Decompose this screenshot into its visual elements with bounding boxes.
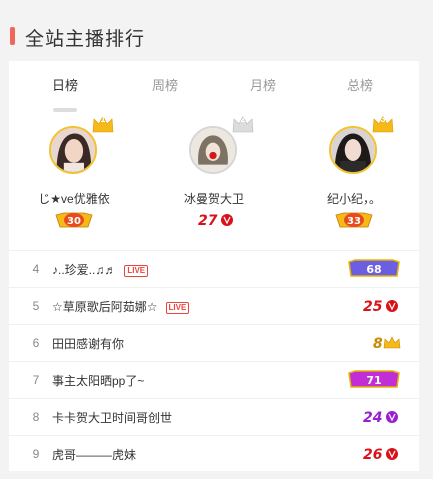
tab-active-indicator (53, 108, 77, 112)
section-title: 全站主播排行 (25, 29, 146, 50)
period-tabs: 日榜 周榜 月榜 总榜 (9, 75, 419, 112)
list-item[interactable]: 4 ♪..珍爱..♫♬ LIVE 68 (9, 250, 419, 287)
anchor-name-text: 卡卡贺大卫时间哥创世 (52, 411, 173, 425)
avatar-wrap: 1 (49, 114, 114, 176)
rank-number: 6 (32, 336, 40, 350)
top-anchor-3[interactable]: 3 纪小纪，。 33 (294, 114, 414, 246)
level-badge-icon: 8 (373, 336, 401, 352)
tab-monthly[interactable]: 月榜 (233, 75, 293, 94)
ranking-panel: 日榜 周榜 月榜 总榜 1 じ★ve优雅依 30 2 冰曼贺大卫 27 3 纪小… (9, 61, 419, 471)
tab-weekly[interactable]: 周榜 (135, 75, 195, 94)
level-badge-icon: 25 (363, 299, 398, 315)
anchor-name[interactable]: 田田感谢有你 (52, 335, 124, 352)
list-item[interactable]: 8 卡卡贺大卫时间哥创世 24 (9, 398, 419, 435)
avatar-image (51, 128, 95, 172)
crown-rank: 1 (100, 114, 106, 124)
level-number: 25 (363, 299, 383, 315)
tab-daily[interactable]: 日榜 (35, 75, 95, 94)
list-item[interactable]: 6 田田感谢有你 8 (9, 324, 419, 361)
avatar-image (191, 128, 235, 172)
avatar-wrap: 3 (329, 114, 394, 176)
anchor-name[interactable]: 卡卡贺大卫时间哥创世 (52, 409, 172, 426)
level-number: 27 (198, 213, 218, 229)
live-badge: LIVE (165, 302, 190, 314)
live-badge: LIVE (124, 265, 149, 277)
anchor-name-text: ♪..珍爱..♫♬ (52, 263, 117, 277)
top-anchor-1[interactable]: 1 じ★ve优雅依 30 (14, 114, 134, 246)
section-header: 全站主播排行 (0, 0, 433, 60)
level-number: 26 (363, 447, 383, 463)
anchor-name-text: 事主太阳晒pp了~ (52, 374, 145, 388)
crown-rank: 3 (380, 114, 386, 124)
level-badge-icon: 26 (363, 447, 398, 463)
level-number: 33 (347, 216, 361, 227)
level-badge-icon: 68 (348, 259, 400, 277)
avatar[interactable] (329, 126, 377, 174)
anchor-name[interactable]: ♪..珍爱..♫♬ LIVE (52, 261, 149, 278)
anchor-name[interactable]: 虎哥———虎妹 (52, 446, 136, 463)
tab-total[interactable]: 总榜 (330, 75, 390, 94)
crown-rank: 2 (240, 114, 246, 124)
list-item[interactable]: 9 虎哥———虎妹 26 (9, 435, 419, 472)
level-number: 24 (363, 410, 382, 426)
avatar-wrap: 2 (189, 114, 254, 176)
anchor-name[interactable]: 冰曼贺大卫 (154, 190, 274, 207)
top-anchor-2[interactable]: 2 冰曼贺大卫 27 (154, 114, 274, 246)
level-badge-icon: 33 (335, 212, 373, 228)
level-number: 68 (366, 263, 381, 276)
anchor-name[interactable]: 事主太阳晒pp了~ (52, 372, 144, 389)
rank-number: 7 (32, 373, 40, 387)
anchor-name-text: ☆草原歌后阿茹娜☆ (52, 300, 158, 314)
avatar[interactable] (189, 126, 237, 174)
avatar-image (331, 128, 375, 172)
list-item[interactable]: 7 事主太阳晒pp了~ 71 (9, 361, 419, 398)
level-badge-icon: 27 (198, 213, 233, 229)
level-badge-icon: 71 (348, 370, 400, 388)
level-number: 71 (366, 374, 381, 387)
list-item[interactable]: 5 ☆草原歌后阿茹娜☆ LIVE 25 (9, 287, 419, 324)
anchor-name[interactable]: じ★ve优雅依 (14, 190, 134, 207)
avatar[interactable] (49, 126, 97, 174)
level-number: 8 (373, 336, 383, 352)
anchor-name[interactable]: ☆草原歌后阿茹娜☆ LIVE (52, 298, 190, 315)
level-badge-icon: 24 (363, 410, 398, 426)
anchor-name[interactable]: 纪小纪，。 (294, 190, 414, 207)
top-three: 1 じ★ve优雅依 30 2 冰曼贺大卫 27 3 纪小纪，。 33 (9, 114, 419, 246)
anchor-name-text: 田田感谢有你 (52, 337, 125, 351)
rank-number: 8 (32, 410, 40, 424)
rank-number: 9 (32, 447, 40, 461)
level-badge-icon: 30 (55, 212, 93, 228)
rank-number: 4 (32, 262, 40, 276)
rank-number: 5 (32, 299, 40, 313)
title-accent-bar (10, 27, 15, 45)
anchor-name-text: 虎哥———虎妹 (52, 448, 137, 462)
level-number: 30 (67, 216, 81, 227)
